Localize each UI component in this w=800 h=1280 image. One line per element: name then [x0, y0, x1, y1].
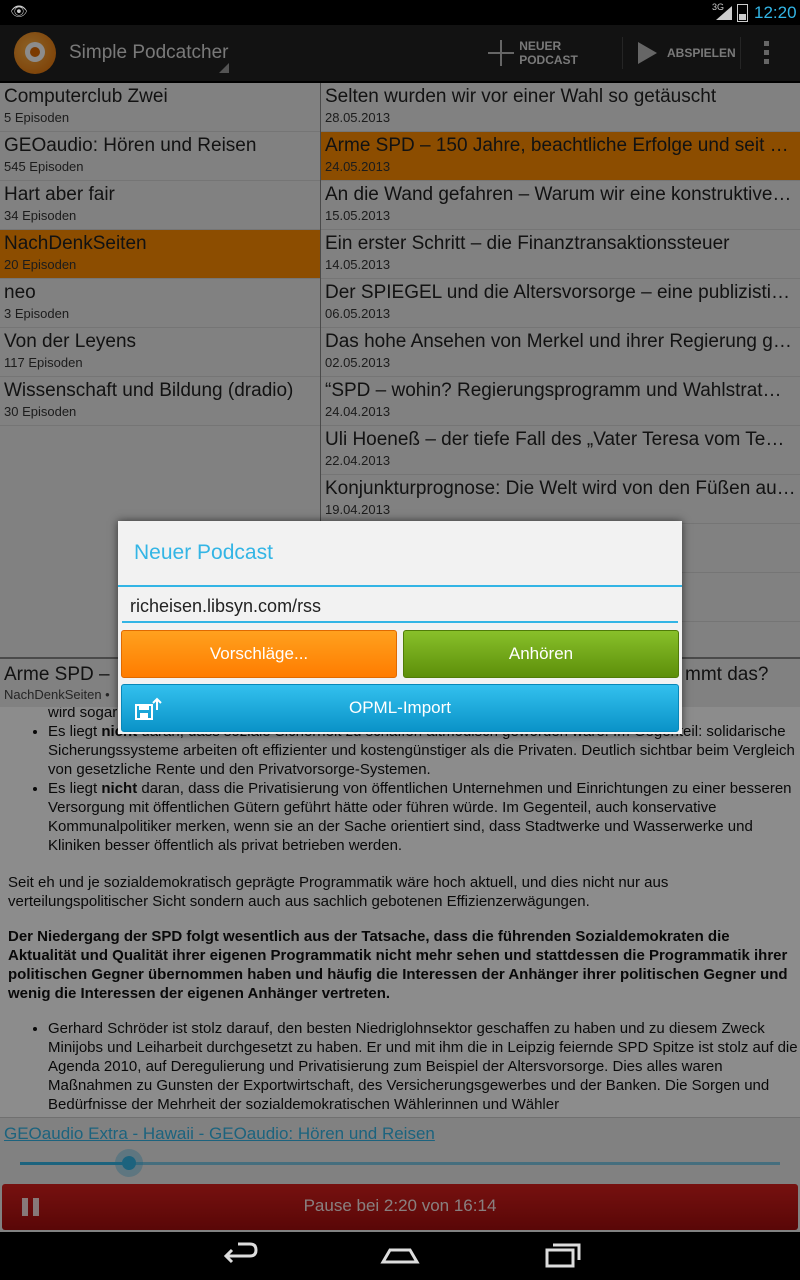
battery-icon — [737, 4, 748, 22]
listen-button[interactable]: Anhören — [403, 630, 679, 678]
system-nav-bar — [0, 1232, 800, 1280]
home-icon[interactable] — [380, 1240, 420, 1270]
dialog-title: Neuer Podcast — [134, 541, 273, 564]
dialog-title-divider — [118, 585, 682, 587]
suggestions-button[interactable]: Vorschläge... — [121, 630, 397, 678]
opml-import-button[interactable]: OPML-Import — [121, 684, 679, 732]
signal-icon — [716, 6, 732, 20]
clock: 12:20 — [754, 3, 797, 22]
opml-upload-icon — [135, 697, 162, 720]
opml-import-label: OPML-Import — [348, 698, 452, 717]
status-bar: 👁 3G 12:20 — [0, 0, 800, 25]
recent-apps-icon[interactable] — [543, 1240, 583, 1270]
feed-url-input[interactable] — [122, 591, 678, 623]
new-podcast-dialog: Neuer Podcast Vorschläge... Anhören OPML… — [118, 521, 682, 734]
notification-eye-icon: 👁 — [10, 3, 28, 19]
back-icon[interactable] — [220, 1240, 260, 1270]
